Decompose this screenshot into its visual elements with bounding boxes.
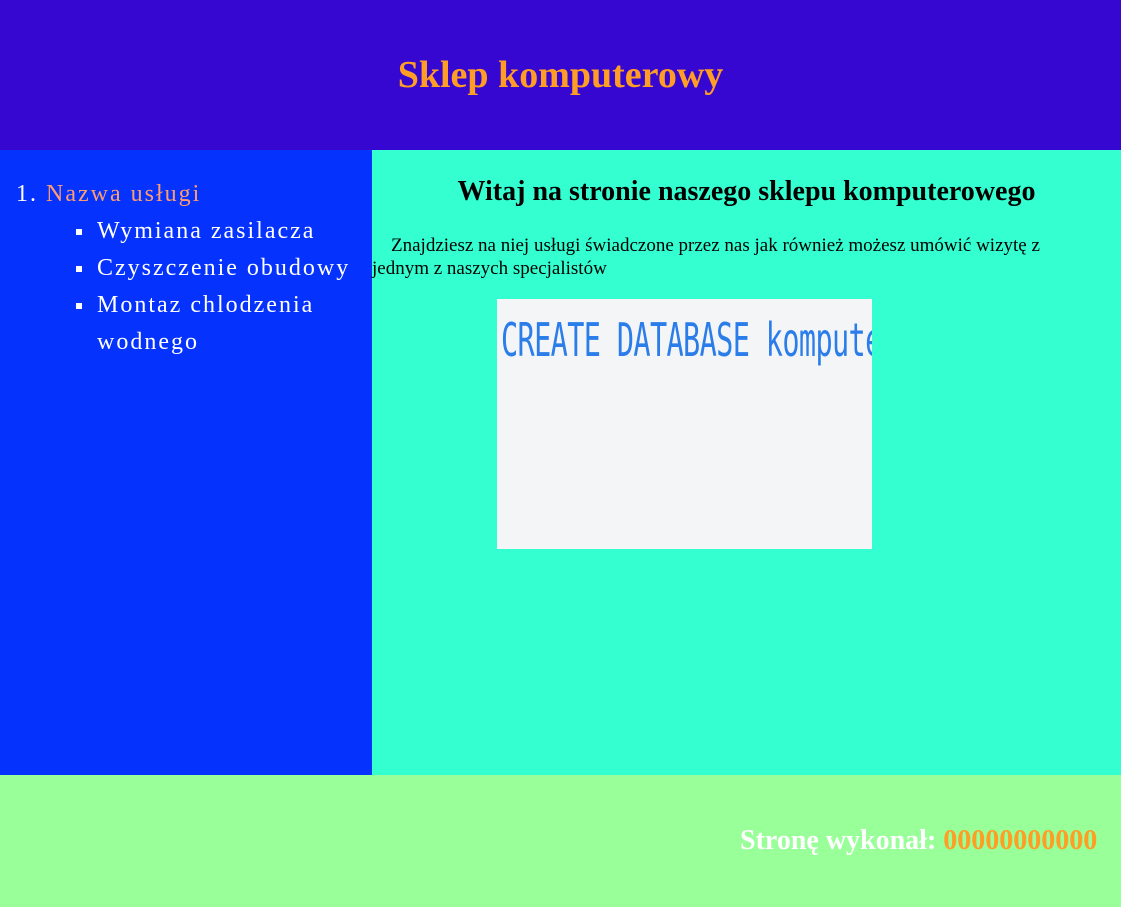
intro-paragraph: Znajdziesz na niej usługi świadczone prz… bbox=[372, 235, 1040, 279]
square-bullet-icon bbox=[76, 266, 82, 272]
service-item-label: Montaz chlodzenia wodnego bbox=[97, 292, 315, 355]
page-footer: Stronę wykonał: 00000000000 bbox=[0, 775, 1121, 907]
service-item-power-supply: Wymiana zasilacza bbox=[16, 213, 387, 250]
service-item-label: Czyszczenie obudowy bbox=[97, 255, 351, 281]
page: Sklep komputerowy 1. Nazwa usługi Wymian… bbox=[0, 0, 1121, 907]
square-bullet-icon bbox=[76, 229, 82, 235]
credit-author: 00000000000 bbox=[943, 825, 1098, 856]
service-item-label: Wymiana zasilacza bbox=[97, 218, 316, 244]
square-bullet-icon bbox=[76, 303, 82, 309]
page-title: Sklep komputerowy bbox=[397, 54, 724, 96]
welcome-heading: Witaj na stronie naszego sklepu komputer… bbox=[457, 176, 1036, 207]
list-number: 1. bbox=[16, 181, 38, 207]
service-item-water-cooling: Montaz chlodzenia wodnego bbox=[16, 287, 387, 361]
sql-statement: CREATE DATABASE komputery bbox=[501, 313, 872, 367]
sidebar: 1. Nazwa usługi Wymiana zasilacza Czyszc… bbox=[0, 150, 372, 775]
services-list-item: 1. Nazwa usługi Wymiana zasilacza Czyszc… bbox=[16, 176, 372, 361]
sql-code-image: CREATE DATABASE komputery; bbox=[497, 299, 872, 549]
page-header: Sklep komputerowy bbox=[0, 0, 1121, 150]
sql-code-text: CREATE DATABASE komputery; bbox=[501, 313, 872, 367]
credit-label: Stronę wykonał: bbox=[740, 825, 937, 856]
services-list: 1. Nazwa usługi Wymiana zasilacza Czyszc… bbox=[16, 176, 372, 361]
main-content: Witaj na stronie naszego sklepu komputer… bbox=[372, 150, 1121, 775]
services-sublist: Wymiana zasilacza Czyszczenie obudowy Mo… bbox=[16, 213, 372, 361]
service-item-cleaning: Czyszczenie obudowy bbox=[16, 250, 387, 287]
services-section-title: Nazwa usługi bbox=[46, 181, 202, 207]
footer-credit: Stronę wykonał: 00000000000 bbox=[740, 825, 1097, 857]
